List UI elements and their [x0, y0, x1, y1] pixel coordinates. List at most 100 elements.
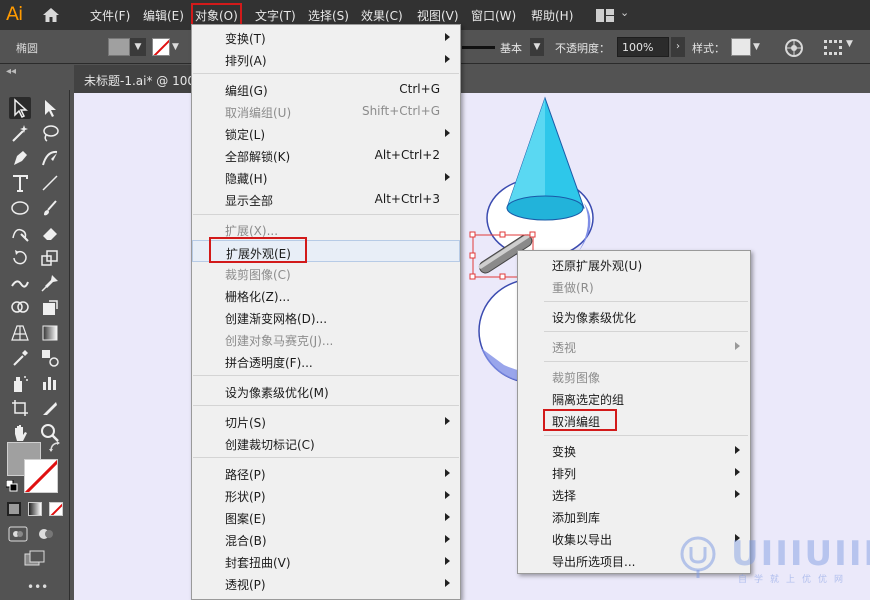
fill-swatch[interactable]: [108, 38, 130, 56]
shaper-tool-icon[interactable]: [9, 222, 31, 244]
menu-item-create-trim-marks[interactable]: 创建裁切标记(C): [192, 432, 460, 454]
highlight-box: [209, 237, 307, 263]
scale-tool-icon[interactable]: [39, 247, 61, 269]
menu-item-unlock-all[interactable]: 全部解锁(K) Alt+Ctrl+2: [192, 144, 460, 166]
menu-item-pixel-perfect[interactable]: 设为像素级优化(M): [192, 380, 460, 402]
context-item-add-to-library[interactable]: 添加到库: [518, 505, 750, 527]
stroke-color-swatch[interactable]: [24, 459, 58, 493]
menu-item-blend[interactable]: 混合(B): [192, 528, 460, 550]
workspace-switcher-icon[interactable]: [596, 9, 614, 22]
context-item-select[interactable]: 选择: [518, 483, 750, 505]
menu-help[interactable]: 帮助(H): [531, 7, 573, 24]
menu-separator: [544, 331, 748, 332]
slice-tool-icon[interactable]: [39, 397, 61, 419]
opacity-arrow-icon[interactable]: ›: [671, 37, 685, 57]
eraser-tool-icon[interactable]: [39, 222, 61, 244]
menu-view[interactable]: 视图(V): [417, 7, 459, 24]
ellipse-tool-icon[interactable]: [9, 197, 31, 219]
default-fill-stroke-icon[interactable]: [6, 480, 18, 492]
draw-inside-icon[interactable]: [36, 526, 56, 542]
eyedropper-tool-icon[interactable]: [9, 347, 31, 369]
hand-tool-icon[interactable]: [9, 422, 31, 444]
context-item-transform[interactable]: 变换: [518, 439, 750, 461]
menu-item-transform[interactable]: 变换(T): [192, 26, 460, 48]
swap-fill-stroke-icon[interactable]: [48, 440, 62, 454]
selection-tool-icon[interactable]: [9, 97, 31, 119]
gradient-tool-icon[interactable]: [39, 322, 61, 344]
menu-item-path[interactable]: 路径(P): [192, 462, 460, 484]
menu-item-rasterize[interactable]: 栅格化(Z)...: [192, 284, 460, 306]
context-item-arrange[interactable]: 排列: [518, 461, 750, 483]
shape-builder-tool-icon[interactable]: [9, 297, 31, 319]
graphic-style-swatch[interactable]: [731, 38, 751, 56]
context-item-pixel-perfect[interactable]: 设为像素级优化: [518, 305, 750, 327]
align-dropdown-icon[interactable]: ▼: [846, 39, 853, 49]
home-icon[interactable]: [42, 6, 60, 24]
menu-item-hide[interactable]: 隐藏(H): [192, 166, 460, 188]
menu-item-shape[interactable]: 形状(P): [192, 484, 460, 506]
context-item-undo-expand-appearance[interactable]: 还原扩展外观(U): [518, 253, 750, 275]
menu-select[interactable]: 选择(S): [308, 7, 349, 24]
menu-item-envelope-distort[interactable]: 封套扭曲(V): [192, 550, 460, 572]
stroke-profile-preview[interactable]: [462, 46, 495, 49]
menu-item-arrange[interactable]: 排列(A): [192, 48, 460, 70]
column-graph-tool-icon[interactable]: [39, 372, 61, 394]
menu-item-pattern[interactable]: 图案(E): [192, 506, 460, 528]
submenu-arrow-icon: [445, 557, 450, 565]
stroke-dropdown-icon[interactable]: ▼: [172, 38, 186, 56]
pen-tool-icon[interactable]: [9, 147, 31, 169]
menu-item-create-object-mosaic: 创建对象马赛克(J)...: [225, 334, 334, 348]
menu-item-show-all[interactable]: 显示全部 Alt+Ctrl+3: [192, 188, 460, 210]
line-segment-tool-icon[interactable]: [39, 172, 61, 194]
opacity-input[interactable]: [617, 37, 669, 57]
warp-tool-icon[interactable]: [9, 272, 31, 294]
opacity-label[interactable]: 不透明度：: [555, 40, 610, 56]
submenu-arrow-icon: [735, 468, 740, 476]
menu-edit[interactable]: 编辑(E): [143, 7, 184, 24]
context-item-redo: 重做(R): [552, 281, 594, 295]
menu-separator: [544, 361, 748, 362]
type-tool-icon[interactable]: [9, 172, 31, 194]
none-mode-icon[interactable]: [49, 502, 63, 516]
menu-file[interactable]: 文件(F): [90, 7, 130, 24]
artboard-tool-icon[interactable]: [9, 397, 31, 419]
blend-tool-icon[interactable]: [39, 347, 61, 369]
submenu-arrow-icon: [735, 490, 740, 498]
menu-item-lock[interactable]: 锁定(L): [192, 122, 460, 144]
menu-item-slice[interactable]: 切片(S): [192, 410, 460, 432]
draw-mode-icon[interactable]: [8, 526, 28, 542]
magic-wand-tool-icon[interactable]: [9, 122, 31, 144]
color-mode-icon[interactable]: [7, 502, 21, 516]
watermark-text: UIIIUIII: [731, 534, 870, 574]
menu-item-flatten-transparency[interactable]: 拼合透明度(F)...: [192, 350, 460, 372]
stroke-swatch[interactable]: [152, 38, 170, 56]
perspective-grid-tool-icon[interactable]: [9, 322, 31, 344]
more-tools-icon[interactable]: •••: [27, 580, 48, 594]
paintbrush-tool-icon[interactable]: [39, 197, 61, 219]
lasso-tool-icon[interactable]: [39, 122, 61, 144]
menu-effect[interactable]: 效果(C): [361, 7, 403, 24]
symbol-sprayer-tool-icon[interactable]: [9, 372, 31, 394]
curvature-tool-icon[interactable]: [39, 147, 61, 169]
live-paint-tool-icon[interactable]: [39, 297, 61, 319]
align-icon[interactable]: [824, 40, 842, 56]
collapse-panel-icon[interactable]: ◂◂: [6, 66, 16, 77]
context-item-isolate-group[interactable]: 隔离选定的组: [518, 387, 750, 409]
submenu-arrow-icon: [445, 33, 450, 41]
puppet-warp-tool-icon[interactable]: [39, 272, 61, 294]
menu-item-perspective[interactable]: 透视(P): [192, 572, 460, 594]
stroke-profile-dropdown-icon[interactable]: ▼: [530, 38, 544, 56]
menu-type[interactable]: 文字(T): [255, 7, 296, 24]
screen-mode-icon[interactable]: [24, 550, 46, 568]
menu-item-create-gradient-mesh[interactable]: 创建渐变网格(D)...: [192, 306, 460, 328]
rotate-tool-icon[interactable]: [9, 247, 31, 269]
menu-item-group[interactable]: 编组(G) Ctrl+G: [192, 78, 460, 100]
gradient-mode-icon[interactable]: [28, 502, 42, 516]
graphic-style-dropdown-icon[interactable]: ▼: [753, 38, 767, 56]
fill-dropdown-icon[interactable]: ▼: [130, 38, 146, 56]
document-tab[interactable]: 未标题-1.ai* @ 100: [74, 65, 199, 93]
direct-selection-tool-icon[interactable]: [39, 97, 61, 119]
menu-window[interactable]: 窗口(W): [471, 7, 516, 24]
chevron-down-icon[interactable]: ⌄: [620, 6, 629, 19]
recolor-artwork-icon[interactable]: [784, 38, 804, 58]
